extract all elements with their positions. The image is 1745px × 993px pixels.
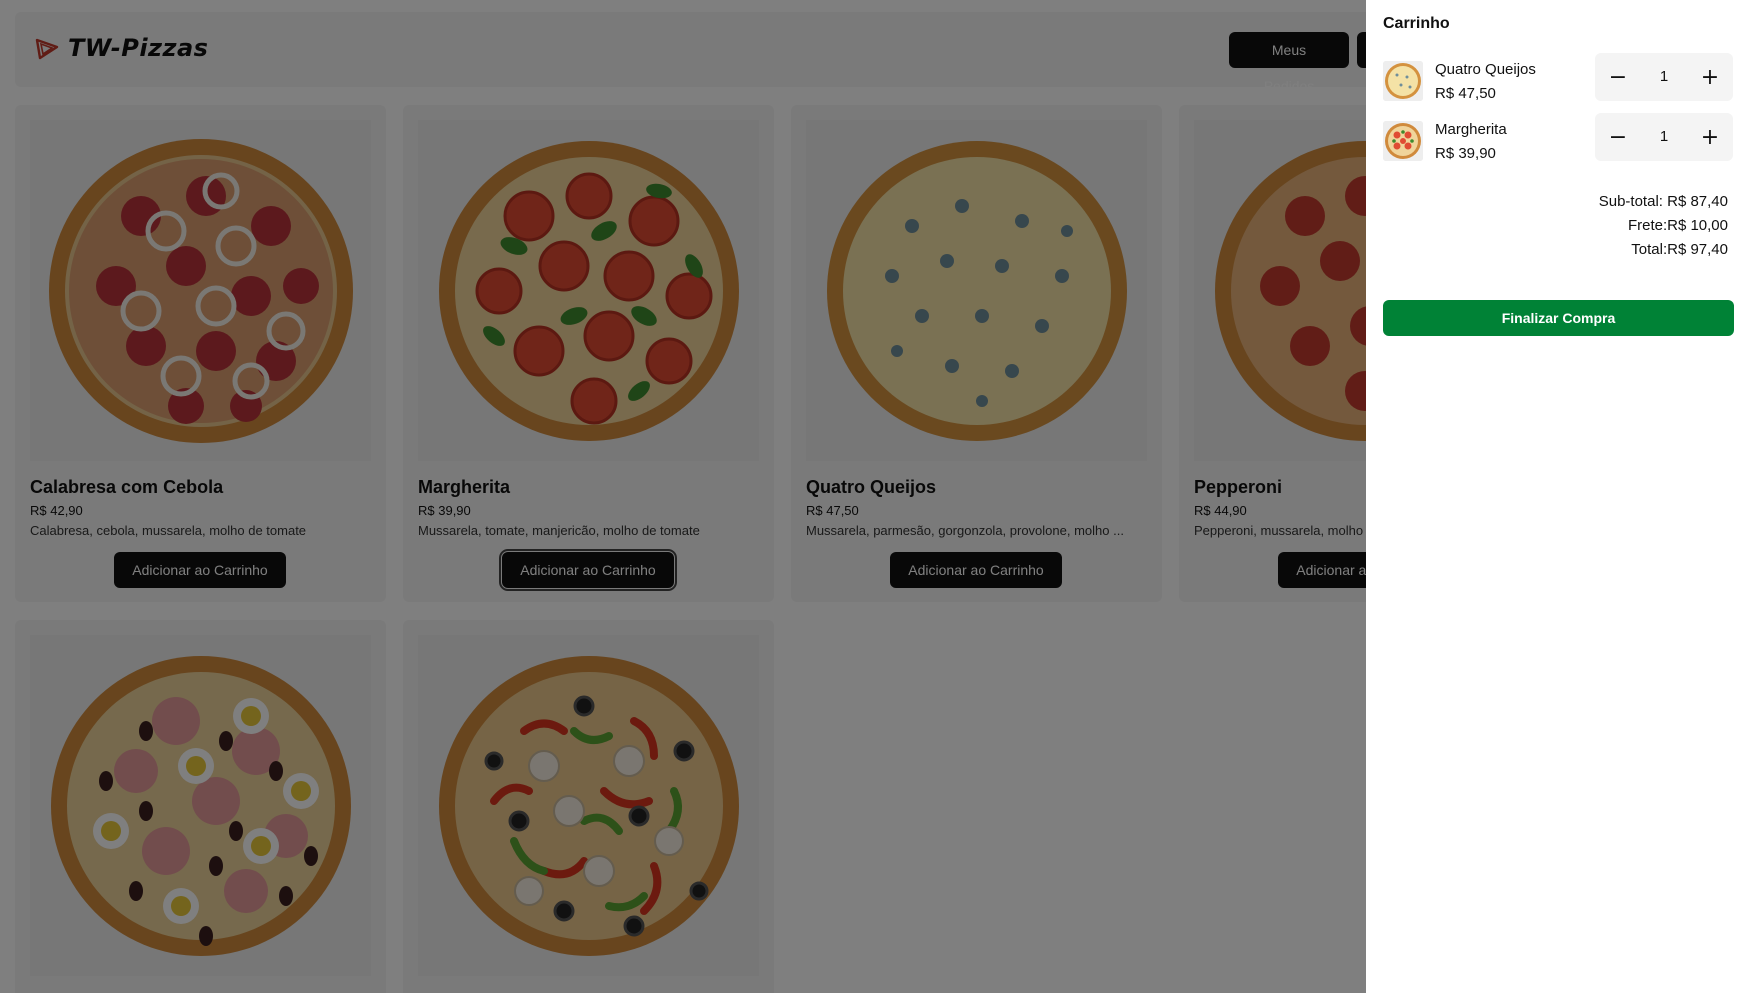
total-text: Total:R$ 97,40 bbox=[1631, 241, 1728, 258]
cart-item-price: R$ 47,50 bbox=[1435, 85, 1496, 102]
subtotal-text: Sub-total: R$ 87,40 bbox=[1598, 193, 1728, 210]
shipping-text: Frete:R$ 10,00 bbox=[1627, 217, 1728, 234]
quantity-value: 1 bbox=[1659, 128, 1669, 145]
quantity-stepper: − 1 + bbox=[1595, 53, 1733, 101]
cart-item-name: Margherita bbox=[1435, 121, 1507, 138]
quantity-value: 1 bbox=[1659, 68, 1669, 85]
quantity-stepper: − 1 + bbox=[1595, 113, 1733, 161]
cart-title: Carrinho bbox=[1383, 15, 1450, 32]
decrease-quantity-button[interactable]: − bbox=[1595, 113, 1641, 161]
cart-item-name: Quatro Queijos bbox=[1435, 61, 1536, 78]
cart-drawer: Carrinho Quatro Queijos R$ 47,50 − 1 + M… bbox=[1366, 0, 1745, 993]
checkout-button[interactable]: Finalizar Compra bbox=[1383, 300, 1734, 336]
decrease-quantity-button[interactable]: − bbox=[1595, 53, 1641, 101]
cart-totals: Sub-total: R$ 87,40 Frete:R$ 10,00 Total… bbox=[1383, 193, 1728, 265]
increase-quantity-button[interactable]: + bbox=[1687, 113, 1733, 161]
cart-item-price: R$ 39,90 bbox=[1435, 145, 1496, 162]
cart-item-image bbox=[1383, 61, 1423, 101]
cart-item: Quatro Queijos R$ 47,50 − 1 + bbox=[1383, 53, 1733, 121]
modal-backdrop[interactable] bbox=[0, 0, 1366, 993]
increase-quantity-button[interactable]: + bbox=[1687, 53, 1733, 101]
cart-item-image bbox=[1383, 121, 1423, 161]
cart-item: Margherita R$ 39,90 − 1 + bbox=[1383, 113, 1733, 181]
